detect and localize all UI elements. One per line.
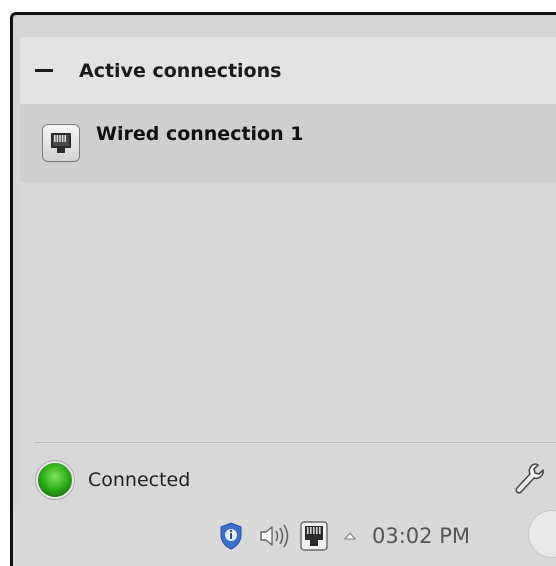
show-hidden-icons-arrow[interactable]	[344, 531, 356, 541]
volume-icon[interactable]	[258, 521, 292, 551]
status-label: Connected	[88, 469, 191, 491]
connected-status-icon	[36, 461, 74, 499]
connection-name: Wired connection 1	[96, 123, 304, 145]
divider	[35, 442, 556, 443]
taskbar: 03:02 PM	[10, 506, 556, 566]
network-popup: Active connections Wired connection 1 Co…	[10, 12, 556, 506]
wrench-icon[interactable]	[512, 460, 546, 496]
clock[interactable]: 03:02 PM	[372, 524, 470, 548]
network-ethernet-icon[interactable]	[300, 521, 328, 551]
system-tray: 03:02 PM	[218, 518, 470, 554]
ethernet-icon	[42, 124, 80, 162]
network-popup-body: Active connections Wired connection 1 Co…	[20, 37, 556, 506]
section-title: Active connections	[79, 59, 282, 82]
active-connections-header[interactable]: Active connections	[20, 37, 556, 104]
screen: Active connections Wired connection 1 Co…	[0, 0, 556, 566]
show-desktop-button[interactable]	[528, 510, 556, 558]
security-shield-icon[interactable]	[218, 521, 244, 551]
status-row: Connected	[20, 454, 556, 506]
connection-item-wired-1[interactable]: Wired connection 1	[20, 104, 556, 182]
collapse-icon[interactable]	[35, 69, 53, 72]
